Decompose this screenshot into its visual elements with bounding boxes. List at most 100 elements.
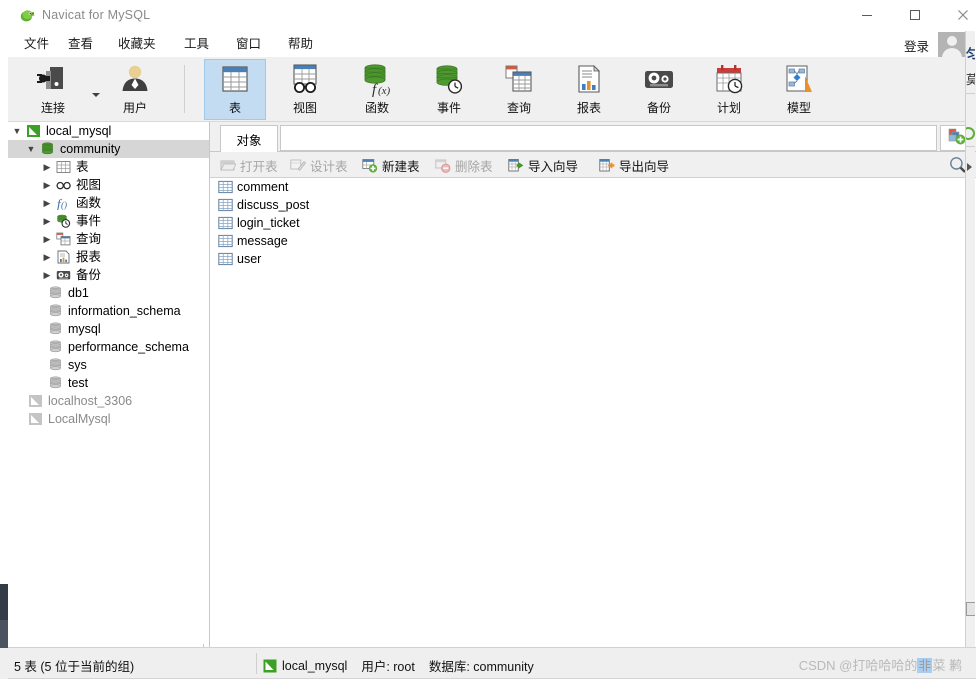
window-title: Navicat for MySQL (42, 8, 151, 22)
chevron-right-icon[interactable]: ▶ (40, 230, 54, 248)
toolbar-button-schedule[interactable]: 计划 (698, 59, 760, 120)
table-name: message (237, 234, 288, 248)
close-button[interactable] (940, 0, 976, 30)
toolbar-label-schedule: 计划 (716, 101, 741, 115)
open-table-button[interactable]: 打开表 (220, 155, 278, 175)
toolbar-button-event[interactable]: 事件 (418, 59, 480, 120)
user-icon (116, 63, 154, 97)
toolbar-button-function[interactable]: f (x) 函数 (346, 59, 408, 120)
tree-row-queries[interactable]: ▶ 查询 (8, 230, 209, 248)
chevron-right-icon[interactable]: ▶ (40, 176, 54, 194)
export-wizard-label: 导出向导 (619, 159, 670, 174)
menu-item-help[interactable]: 帮助 (284, 35, 317, 54)
database-gray-icon (48, 286, 63, 300)
right-panel-bottom-icon[interactable] (966, 602, 975, 616)
maximize-button[interactable] (892, 0, 937, 30)
tree-label: community (60, 142, 121, 156)
tree-row-test[interactable]: test (8, 374, 209, 392)
tree-label: LocalMysql (48, 412, 111, 426)
tree-row-db1[interactable]: db1 (8, 284, 209, 302)
connection-green-icon (263, 659, 277, 673)
new-table-button[interactable]: 新建表 (362, 155, 420, 175)
tree-row-views[interactable]: ▶ 视图 (8, 176, 209, 194)
tree-row-reports[interactable]: ▶ 报表 (8, 248, 209, 266)
table-object-list[interactable]: comment discuss_post login_ticket messag… (210, 178, 976, 648)
tree-label: local_mysql (46, 124, 112, 138)
database-green-icon (40, 142, 55, 156)
tree-row-tables[interactable]: ▶ 表 (8, 158, 209, 176)
backup-tape-icon (56, 268, 71, 282)
right-panel-text-clipped: 匀 (966, 43, 975, 62)
minimize-button[interactable] (844, 0, 889, 30)
toolbar-button-report[interactable]: 报表 (558, 59, 620, 120)
delete-table-button[interactable]: 删除表 (435, 155, 493, 175)
tree-row-events[interactable]: ▶ 事件 (8, 212, 209, 230)
tree-row-community[interactable]: ▼ community (8, 140, 209, 158)
object-toolbar: 打开表 设计表 新建表 删除表 导入向导 导出向导 (210, 152, 976, 178)
chevron-right-icon[interactable]: ▶ (40, 194, 54, 212)
connection-tree-panel[interactable]: ▼ local_mysql ▼ community ▶ 表 ▶ 视图 ▶ f (… (8, 122, 210, 648)
chevron-right-icon[interactable]: ▶ (40, 158, 54, 176)
connection-gray-icon (28, 394, 43, 408)
tree-row-backups[interactable]: ▶ 备份 (8, 266, 209, 284)
tree-label: db1 (68, 286, 89, 300)
chevron-down-icon[interactable]: ▼ (24, 140, 38, 158)
open-table-icon (220, 158, 237, 173)
tree-row-sys[interactable]: sys (8, 356, 209, 374)
menu-item-favorites[interactable]: 收藏夹 (114, 35, 160, 54)
tab-bar-empty-area (280, 125, 937, 151)
toolbar-button-connection[interactable]: 连接 (22, 59, 84, 120)
toolbar-button-table[interactable]: 表 (204, 59, 266, 120)
list-item[interactable]: discuss_post (210, 196, 976, 214)
right-side-panel-clipped[interactable]: 匀 莫 (965, 31, 975, 648)
export-wizard-button[interactable]: 导出向导 (599, 155, 669, 175)
connection-green-icon (26, 124, 41, 138)
tab-object[interactable]: 对象 (220, 125, 278, 152)
toolbar-label-report: 报表 (576, 101, 601, 115)
tree-row-mysql[interactable]: mysql (8, 320, 209, 338)
tree-row-localmysql[interactable]: LocalMysql (8, 410, 209, 428)
tree-row-localhost-3306[interactable]: localhost_3306 (8, 392, 209, 410)
tree-row-local-mysql[interactable]: ▼ local_mysql (8, 122, 209, 140)
chevron-right-icon[interactable]: ▶ (40, 248, 54, 266)
connection-dropdown-arrow-icon[interactable] (92, 93, 100, 97)
toolbar-button-view[interactable]: 视图 (274, 59, 336, 120)
title-bar: Navicat for MySQL (8, 0, 976, 32)
tree-row-information-schema[interactable]: information_schema (8, 302, 209, 320)
chevron-right-icon[interactable]: ▶ (40, 266, 54, 284)
connection-gray-icon (28, 412, 43, 426)
tree-label: localhost_3306 (48, 394, 133, 408)
expand-arrow-icon[interactable] (967, 163, 972, 171)
list-item[interactable]: user (210, 250, 976, 268)
design-table-icon (290, 158, 307, 173)
toolbar-button-user[interactable]: 用户 (104, 59, 166, 120)
design-table-button[interactable]: 设计表 (290, 155, 348, 175)
list-item[interactable]: login_ticket (210, 214, 976, 232)
import-wizard-label: 导入向导 (528, 159, 579, 174)
report-icon (56, 250, 71, 264)
status-connection-info: local_mysql 用户: root 数据库: community (263, 656, 548, 675)
watermark-highlight: 非 (917, 658, 933, 673)
event-icon (430, 63, 468, 97)
login-link[interactable]: 登录 (904, 36, 929, 55)
tree-label: 事件 (76, 214, 102, 228)
chevron-down-icon[interactable]: ▼ (10, 122, 24, 140)
database-gray-icon (48, 358, 63, 372)
toolbar-button-query[interactable]: 查询 (488, 59, 550, 120)
import-wizard-button[interactable]: 导入向导 (508, 155, 578, 175)
menu-item-file[interactable]: 文件 (20, 35, 53, 54)
menu-item-tools[interactable]: 工具 (180, 35, 213, 54)
list-item[interactable]: message (210, 232, 976, 250)
tree-row-functions[interactable]: ▶ f () 函数 (8, 194, 209, 212)
list-item[interactable]: comment (210, 178, 976, 196)
chevron-right-icon[interactable]: ▶ (40, 212, 54, 230)
toolbar-button-model[interactable]: 模型 (768, 59, 830, 120)
tree-label: 函数 (76, 196, 102, 210)
toolbar-button-backup[interactable]: 备份 (628, 59, 690, 120)
tree-row-performance-schema[interactable]: performance_schema (8, 338, 209, 356)
avatar[interactable] (938, 32, 966, 60)
event-clock-icon (56, 214, 71, 228)
menu-item-view[interactable]: 查看 (64, 35, 97, 54)
design-table-label: 设计表 (310, 159, 348, 174)
menu-item-window[interactable]: 窗口 (232, 35, 265, 54)
